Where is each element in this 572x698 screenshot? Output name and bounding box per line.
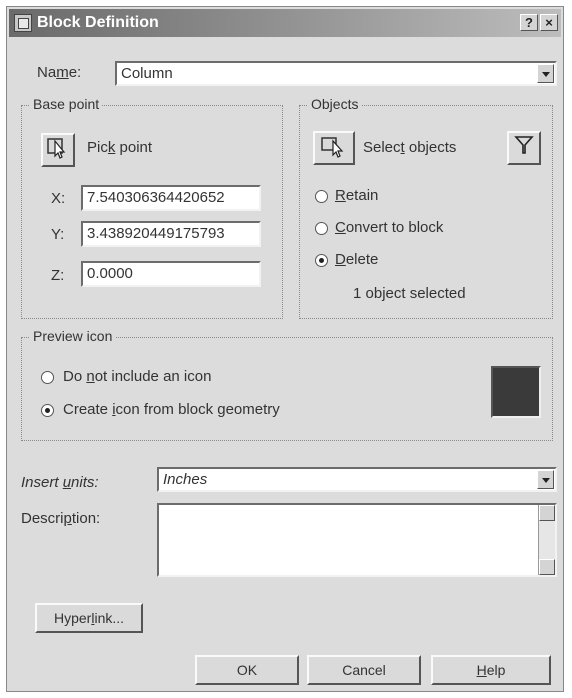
block-definition-dialog: Block Definition ? × Name: Column Base p… <box>6 6 564 692</box>
description-label: Description: <box>21 510 101 527</box>
help-button[interactable]: Help <box>431 655 551 685</box>
convert-to-block-radio[interactable] <box>315 222 328 235</box>
name-label: Name: <box>37 64 82 81</box>
insert-units-label: Insert units: <box>21 474 99 491</box>
convert-to-block-label[interactable]: Convert to block <box>335 219 443 236</box>
name-combobox[interactable]: Column <box>115 61 557 86</box>
description-scrollbar[interactable] <box>538 505 555 575</box>
scroll-up-button[interactable] <box>539 505 555 521</box>
base-point-title: Base point <box>30 96 103 112</box>
scroll-down-button[interactable] <box>539 559 555 575</box>
window-title: Block Definition <box>37 14 159 31</box>
ok-button[interactable]: OK <box>195 655 299 685</box>
create-icon-label[interactable]: Create icon from block geometry <box>63 401 280 418</box>
close-button[interactable]: × <box>540 14 558 31</box>
objects-status: 1 object selected <box>353 285 466 302</box>
x-label: X: <box>51 190 66 207</box>
z-label: Z: <box>51 267 65 284</box>
cancel-button[interactable]: Cancel <box>307 655 421 685</box>
pick-point-label[interactable]: Pick point <box>87 139 152 156</box>
select-objects-label[interactable]: Select objects <box>363 139 456 156</box>
pick-point-icon <box>47 138 66 159</box>
quick-select-button[interactable] <box>507 131 541 165</box>
preview-icon-swatch <box>491 366 541 418</box>
y-coordinate-input[interactable]: 3.438920449175793 <box>81 221 261 247</box>
create-icon-radio[interactable] <box>41 404 54 417</box>
retain-radio[interactable] <box>315 190 328 203</box>
title-bar[interactable]: Block Definition ? × <box>9 9 561 37</box>
no-icon-label[interactable]: Do not include an icon <box>63 368 211 385</box>
chevron-down-icon[interactable] <box>537 64 554 83</box>
delete-label[interactable]: Delete <box>335 251 378 268</box>
no-icon-radio[interactable] <box>41 371 54 384</box>
objects-title: Objects <box>308 96 362 112</box>
description-textarea[interactable] <box>157 503 557 577</box>
app-icon <box>14 14 32 32</box>
chevron-down-icon[interactable] <box>537 470 554 489</box>
preview-icon-title: Preview icon <box>30 328 116 344</box>
help-title-button[interactable]: ? <box>520 14 538 31</box>
z-coordinate-input[interactable]: 0.0000 <box>81 261 261 287</box>
x-coordinate-input[interactable]: 7.540306364420652 <box>81 185 261 211</box>
quick-select-filter-icon <box>514 136 534 154</box>
select-objects-icon <box>321 137 344 158</box>
y-label: Y: <box>51 226 65 243</box>
preview-icon-group: Preview icon <box>21 328 553 441</box>
pick-point-button[interactable] <box>41 133 75 167</box>
hyperlink-button[interactable]: Hyperlink... <box>35 603 143 633</box>
retain-label[interactable]: Retain <box>335 187 378 204</box>
insert-units-value: Inches <box>163 471 208 488</box>
insert-units-dropdown[interactable]: Inches <box>157 467 557 492</box>
delete-radio[interactable] <box>315 254 328 267</box>
select-objects-button[interactable] <box>313 131 355 165</box>
name-value: Column <box>121 65 173 82</box>
